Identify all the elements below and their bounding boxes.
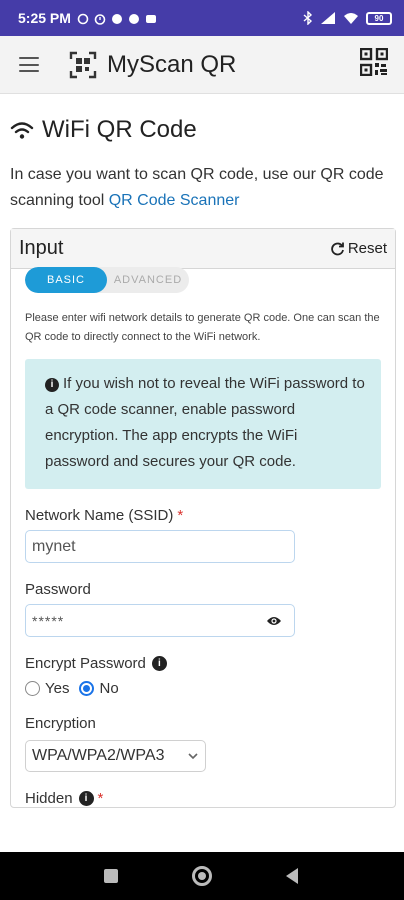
wifi-status-icon <box>344 13 358 24</box>
encryption-alert: i If you wish not to reveal the WiFi pass… <box>25 359 381 489</box>
notification-icons <box>77 12 157 25</box>
info-icon: i <box>45 378 59 392</box>
reset-button[interactable]: Reset <box>330 240 387 257</box>
message-icon <box>145 12 157 24</box>
mode-toggle: BASIC ADVANCED <box>25 267 189 293</box>
page-title: WiFi QR Code <box>42 116 197 143</box>
chevron-down-icon <box>188 753 198 760</box>
password-value: ***** <box>32 612 65 629</box>
wifi-icon <box>10 122 34 139</box>
tab-basic[interactable]: BASIC <box>25 267 107 293</box>
app-bar: MyScan QR <box>0 36 404 94</box>
info-icon[interactable]: i <box>78 791 94 806</box>
navigation-bar <box>0 852 404 900</box>
required-marker: * <box>97 790 104 807</box>
radio-no[interactable]: No <box>79 680 119 697</box>
input-card: Input Reset BASIC ADVANCED Please enter … <box>10 228 396 808</box>
signal-icon <box>321 12 335 24</box>
page-heading: WiFi QR Code <box>10 116 394 144</box>
system-icons: 90 <box>303 11 392 25</box>
recents-button[interactable] <box>104 869 118 883</box>
radio-no-label: No <box>99 680 119 697</box>
qr-scanner-link[interactable]: QR Code Scanner <box>109 192 240 209</box>
radio-yes-circle[interactable] <box>25 681 40 696</box>
encryption-label: Encryption <box>25 715 96 732</box>
password-label: Password <box>25 581 91 598</box>
bluetooth-icon <box>303 11 313 25</box>
refresh-icon <box>331 242 344 256</box>
chat-icon-2 <box>128 12 140 24</box>
hidden-label-text: Hidden <box>25 790 73 807</box>
hidden-label: Hidden i * <box>25 790 381 807</box>
card-header: Input Reset <box>11 229 395 269</box>
encrypt-password-label: Encrypt Password i <box>25 655 381 672</box>
main-content: WiFi QR Code In case you want to scan QR… <box>0 94 404 852</box>
encrypt-radio-group: Yes No <box>25 680 381 697</box>
app-brand: MyScan QR <box>69 51 236 79</box>
info-icon[interactable]: i <box>151 656 167 671</box>
encryption-select[interactable]: WPA/WPA2/WPA3 <box>25 740 206 772</box>
reset-label: Reset <box>347 240 387 257</box>
help-text: Please enter wifi network details to gen… <box>25 312 380 343</box>
qr-code-icon <box>359 47 389 77</box>
radio-yes-label: Yes <box>45 680 70 697</box>
card-body: BASIC ADVANCED Please enter wifi network… <box>11 267 395 807</box>
encrypt-password-text: Encrypt Password <box>25 655 146 672</box>
eye-icon[interactable] <box>266 615 282 627</box>
alert-text: If you wish not to reveal the WiFi passw… <box>45 375 365 470</box>
qr-code-button[interactable] <box>359 47 389 81</box>
ssid-label-text: Network Name (SSID) <box>25 507 174 524</box>
home-button[interactable] <box>192 866 212 886</box>
tab-advanced[interactable]: ADVANCED <box>107 267 189 293</box>
status-time: 5:25 PM <box>18 10 71 26</box>
radio-no-circle[interactable] <box>79 681 95 696</box>
alarm-icon <box>94 12 106 25</box>
intro-paragraph: In case you want to scan QR code, use ou… <box>10 162 394 214</box>
status-bar: 5:25 PM 90 <box>0 0 404 36</box>
scan-logo-icon <box>69 51 97 78</box>
app-title: MyScan QR <box>107 50 237 78</box>
sync-icon <box>77 12 89 25</box>
required-marker: * <box>177 507 184 524</box>
card-title: Input <box>19 237 64 259</box>
ssid-label: Network Name (SSID) * <box>25 507 381 524</box>
chat-icon <box>111 12 123 24</box>
menu-icon[interactable] <box>19 57 39 72</box>
password-input[interactable]: ***** <box>25 604 295 637</box>
ssid-input[interactable]: mynet <box>25 530 295 563</box>
back-button[interactable] <box>286 868 298 884</box>
battery-icon: 90 <box>366 11 392 25</box>
encryption-value: WPA/WPA2/WPA3 <box>32 747 165 764</box>
radio-yes[interactable]: Yes <box>25 680 69 697</box>
